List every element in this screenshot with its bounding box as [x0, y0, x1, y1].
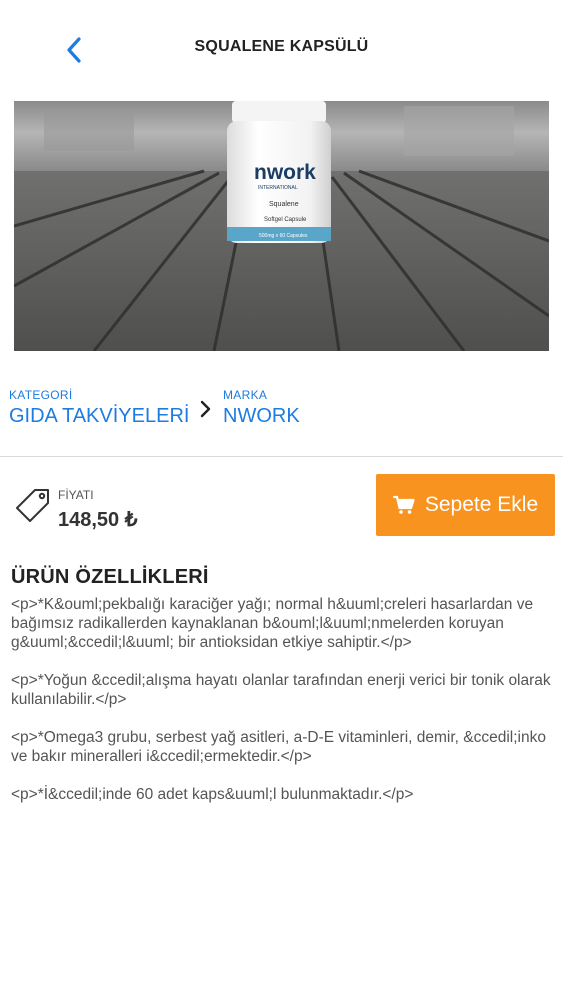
chevron-right-icon: [198, 399, 212, 424]
product-image: nwork INTERNATIONAL Squalene Softgel Cap…: [14, 101, 549, 351]
page-title: SQUALENE KAPSÜLÜ: [194, 38, 369, 55]
header-bar: SQUALENE KAPSÜLÜ: [0, 0, 563, 96]
cart-icon: [392, 495, 415, 514]
product-name-text: Squalene: [269, 201, 299, 208]
product-meta: KATEGORİ GIDA TAKVİYELERİ MARKA NWORK: [0, 388, 563, 438]
price-tag-icon: [15, 487, 51, 528]
product-features: ÜRÜN ÖZELLİKLERİ <p>*K&ouml;pekbalığı ka…: [11, 566, 556, 804]
price-row: FİYATI 148,50 ₺ Sepete Ekle: [0, 473, 563, 537]
brand-block[interactable]: MARKA NWORK: [223, 388, 300, 428]
features-title: ÜRÜN ÖZELLİKLERİ: [11, 566, 209, 588]
divider: [0, 456, 563, 457]
product-brand-text: nwork: [254, 161, 316, 184]
product-brand-subtext: INTERNATIONAL: [258, 185, 298, 191]
price-label: FİYATI: [58, 488, 94, 502]
add-to-cart-label: Sepete Ekle: [424, 493, 539, 516]
product-type-text: Softgel Capsule: [264, 217, 307, 223]
category-label: KATEGORİ: [9, 388, 73, 402]
features-body: <p>*K&ouml;pekbalığı karaciğer yağı; nor…: [11, 596, 551, 803]
category-value[interactable]: GIDA TAKVİYELERİ: [9, 405, 189, 428]
add-to-cart-button[interactable]: Sepete Ekle: [376, 474, 555, 536]
product-capacity-text: 500mg x 60 Capsules: [259, 233, 308, 239]
brand-label: MARKA: [223, 388, 268, 402]
price-value: 148,50 ₺: [58, 509, 138, 531]
category-block[interactable]: KATEGORİ GIDA TAKVİYELERİ: [9, 388, 189, 428]
brand-value[interactable]: NWORK: [223, 405, 300, 428]
